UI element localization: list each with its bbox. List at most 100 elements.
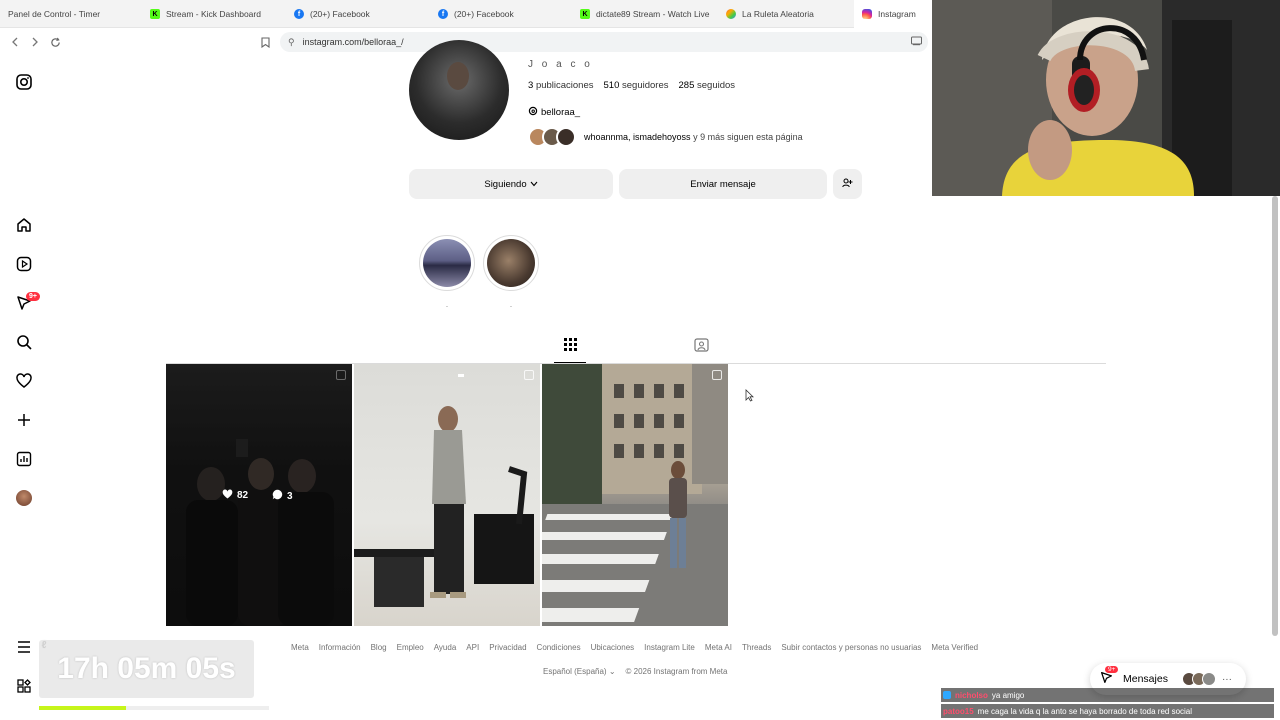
likes-count: 82 bbox=[222, 489, 248, 502]
instagram-icon bbox=[862, 9, 872, 19]
tab-label: (20+) Facebook bbox=[310, 9, 370, 19]
chat-text: ya amigo bbox=[991, 690, 1025, 700]
footer-meta: Español (España) ⌄ © 2026 Instagram from… bbox=[543, 667, 727, 676]
footer-link[interactable]: Blog bbox=[371, 643, 387, 652]
followed-by-text: whoannma, ismadehoyoss y 9 más siguen es… bbox=[584, 132, 803, 142]
page-scrollbar[interactable] bbox=[1272, 196, 1278, 636]
browser-tab-strip: ℓ Panel de Control - Timer K Stream - Ki… bbox=[0, 0, 932, 651]
post-thumbnail[interactable] bbox=[542, 364, 728, 626]
story-highlight[interactable] bbox=[483, 235, 539, 291]
footer-link[interactable]: Meta Verified bbox=[931, 643, 978, 652]
instagram-logo-icon[interactable] bbox=[14, 72, 34, 92]
suggested-accounts-button[interactable] bbox=[833, 169, 862, 199]
footer-link[interactable]: Threads bbox=[742, 643, 771, 652]
footer-link[interactable]: Meta AI bbox=[705, 643, 732, 652]
chat-username: patoo15 bbox=[943, 706, 974, 716]
tab-posts[interactable] bbox=[562, 338, 578, 355]
chevron-down-icon: ⌄ bbox=[608, 667, 616, 676]
search-icon[interactable] bbox=[14, 332, 34, 352]
tab-label: Stream - Kick Dashboard bbox=[166, 9, 261, 19]
tab-label: dictate89 Stream - Watch Live bbox=[596, 9, 710, 19]
following-stat[interactable]: 285 seguidos bbox=[679, 80, 736, 91]
browser-tab-timer[interactable]: ℓ Panel de Control - Timer bbox=[0, 0, 142, 651]
webcam-image bbox=[932, 0, 1280, 196]
reload-icon[interactable] bbox=[46, 33, 64, 51]
tab-active-indicator bbox=[554, 362, 586, 363]
browser-tab-roulette[interactable]: La Ruleta Aleatoria bbox=[718, 0, 854, 28]
footer-link[interactable]: Empleo bbox=[397, 643, 424, 652]
stream-timer: 17h 05m 05s bbox=[39, 640, 254, 698]
footer-link[interactable]: Información bbox=[319, 643, 361, 652]
browser-tab-kick-dashboard[interactable]: K Stream - Kick Dashboard bbox=[142, 0, 286, 28]
footer-link[interactable]: Ubicaciones bbox=[591, 643, 635, 652]
highlight-label: . bbox=[509, 300, 513, 309]
posts-stat: 3 publicaciones bbox=[528, 80, 594, 91]
home-icon[interactable] bbox=[14, 215, 34, 235]
carousel-icon bbox=[336, 370, 346, 380]
instagram-sidebar: 9+ bbox=[0, 56, 48, 720]
tab-tagged[interactable] bbox=[693, 337, 709, 357]
facebook-icon: f bbox=[294, 9, 304, 19]
progress-fill bbox=[39, 706, 127, 710]
heart-filled-icon bbox=[222, 489, 233, 502]
tagged-icon bbox=[693, 337, 709, 357]
threads-icon bbox=[528, 106, 538, 119]
carousel-icon bbox=[524, 370, 534, 380]
highlight-label: . bbox=[445, 300, 449, 309]
chat-message: nicholso ya amigo bbox=[941, 688, 1274, 702]
also-from-meta-icon[interactable] bbox=[14, 676, 34, 696]
story-highlight[interactable] bbox=[419, 235, 475, 291]
dashboard-icon[interactable] bbox=[14, 449, 34, 469]
footer-link[interactable]: API bbox=[466, 643, 479, 652]
bookmark-icon[interactable] bbox=[256, 33, 274, 51]
chat-username: nicholso bbox=[955, 690, 988, 700]
more-menu-icon[interactable] bbox=[14, 637, 34, 657]
browser-tab-facebook-1[interactable]: f (20+) Facebook bbox=[286, 0, 430, 28]
comments-count: 3 bbox=[272, 489, 293, 503]
chat-message: patoo15 me caga la vida q la anto se hay… bbox=[941, 704, 1274, 718]
footer-link[interactable]: Privacidad bbox=[489, 643, 526, 652]
followed-by-row[interactable]: whoannma, ismadehoyoss y 9 más siguen es… bbox=[528, 127, 803, 147]
subathon-progress-bar bbox=[39, 706, 269, 710]
url-text: instagram.com/belloraa_/ bbox=[302, 37, 404, 47]
kick-icon: K bbox=[150, 9, 160, 19]
profile-picture[interactable] bbox=[409, 40, 509, 140]
threads-link[interactable]: belloraa_ bbox=[528, 106, 580, 119]
footer-link[interactable]: Instagram Lite bbox=[644, 643, 695, 652]
reels-icon[interactable] bbox=[14, 254, 34, 274]
profile-stats: 3 publicaciones 510 seguidores 285 segui… bbox=[528, 80, 735, 91]
create-icon[interactable] bbox=[14, 410, 34, 430]
mouse-cursor-icon bbox=[745, 389, 754, 407]
footer-link[interactable]: Ayuda bbox=[434, 643, 457, 652]
tab-label: Panel de Control - Timer bbox=[8, 9, 101, 19]
tab-label: (20+) Facebook bbox=[454, 9, 514, 19]
cast-icon[interactable] bbox=[911, 36, 922, 48]
site-info-icon[interactable]: ⚲ bbox=[288, 37, 295, 48]
heart-icon[interactable] bbox=[14, 371, 34, 391]
language-selector[interactable]: Español (España) ⌄ bbox=[543, 667, 616, 676]
post-thumbnail[interactable] bbox=[354, 364, 540, 626]
post-thumbnail[interactable]: 82 3 bbox=[166, 364, 352, 626]
browser-tab-facebook-2[interactable]: f (20+) Facebook bbox=[430, 0, 572, 28]
browser-tab-instagram[interactable]: Instagram bbox=[854, 0, 932, 28]
tab-label: La Ruleta Aleatoria bbox=[742, 9, 814, 19]
followers-stat[interactable]: 510 seguidores bbox=[604, 80, 669, 91]
back-icon[interactable] bbox=[6, 33, 24, 51]
footer-link[interactable]: Condiciones bbox=[537, 643, 581, 652]
follower-avatar bbox=[556, 127, 576, 147]
profile-avatar[interactable] bbox=[14, 488, 34, 508]
following-button[interactable]: Siguiendo bbox=[409, 169, 613, 199]
messages-badge: 9+ bbox=[1105, 666, 1119, 673]
chat-text: me caga la vida q la anto se haya borrad… bbox=[977, 706, 1193, 716]
copyright: © 2026 Instagram from Meta bbox=[625, 667, 728, 676]
send-message-button[interactable]: Enviar mensaje bbox=[619, 169, 827, 199]
forward-icon[interactable] bbox=[26, 33, 44, 51]
url-field[interactable]: ⚲ instagram.com/belloraa_/ bbox=[280, 32, 928, 52]
footer-link[interactable]: Subir contactos y personas no usuarias bbox=[781, 643, 921, 652]
roulette-icon bbox=[726, 9, 736, 19]
footer-links: Meta Información Blog Empleo Ayuda API P… bbox=[291, 643, 978, 652]
browser-tab-kick-stream[interactable]: K dictate89 Stream - Watch Live bbox=[572, 0, 718, 28]
add-person-icon bbox=[842, 178, 853, 191]
notification-badge: 9+ bbox=[26, 292, 40, 301]
footer-link[interactable]: Meta bbox=[291, 643, 309, 652]
